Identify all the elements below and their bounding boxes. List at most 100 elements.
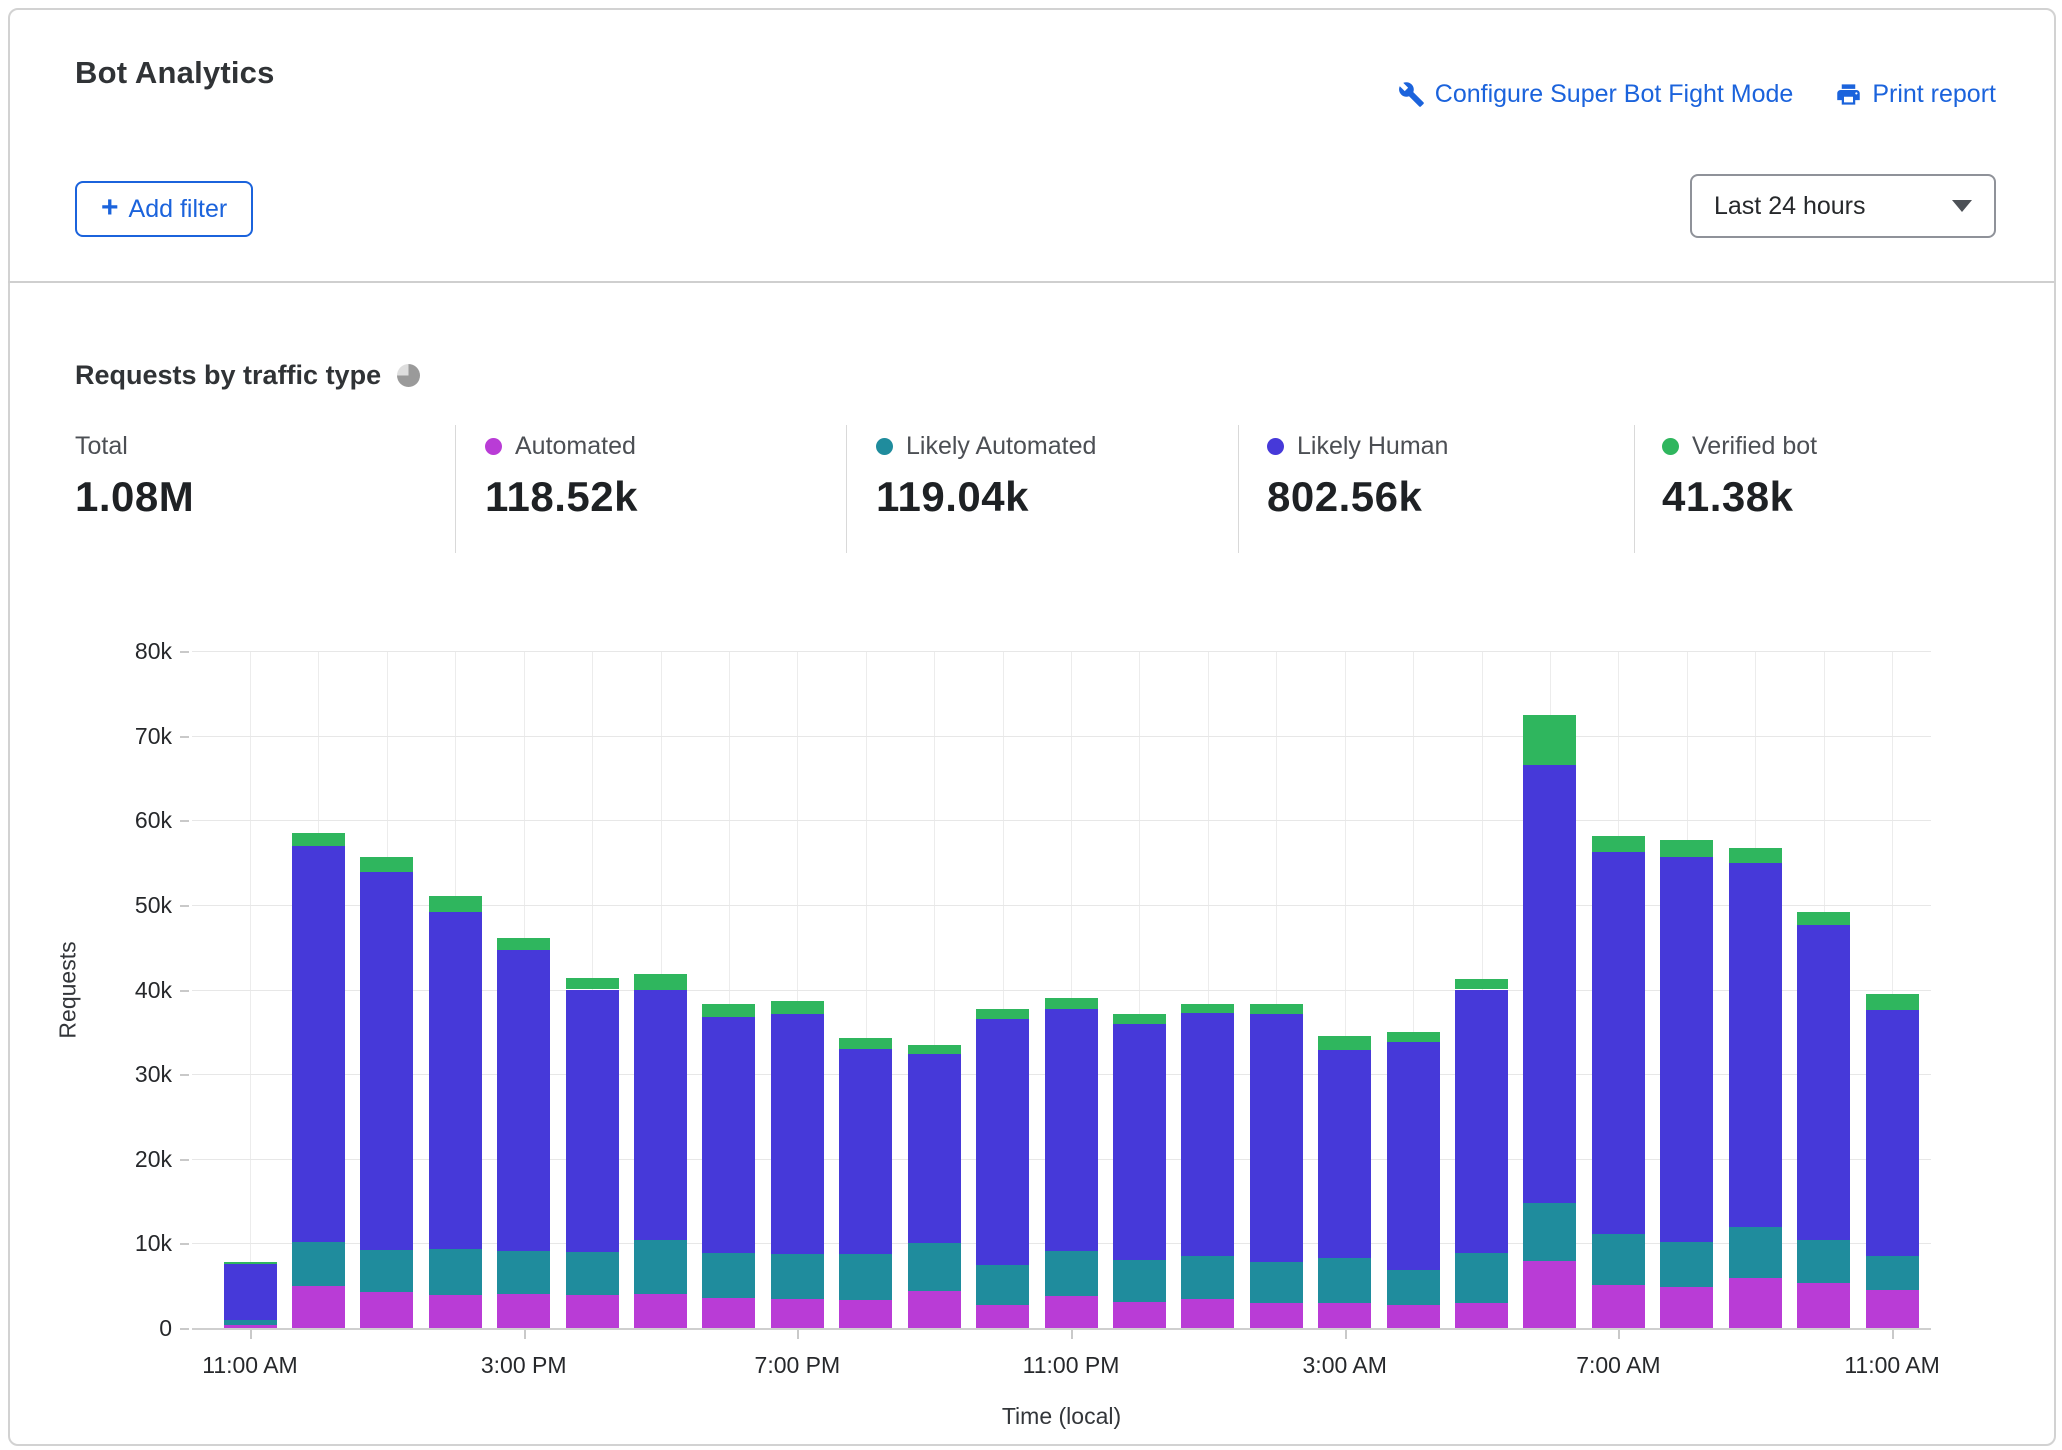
- bar-segment-verified-bot[interactable]: [497, 937, 551, 950]
- bar-segment-likely-human[interactable]: [565, 989, 619, 1252]
- bar-segment-verified-bot[interactable]: [1523, 715, 1577, 766]
- bar-segment-verified-bot[interactable]: [360, 857, 414, 872]
- bar-segment-automated[interactable]: [1660, 1287, 1714, 1328]
- time-range-select[interactable]: Last 24 hours: [1690, 174, 1996, 238]
- bar-segment-automated[interactable]: [1865, 1289, 1919, 1328]
- bar-segment-likely-human[interactable]: [976, 1019, 1030, 1266]
- bar-segment-likely-human[interactable]: [1660, 857, 1714, 1242]
- bar-segment-verified-bot[interactable]: [1728, 848, 1782, 863]
- bar-segment-verified-bot[interactable]: [1181, 1003, 1235, 1014]
- bar-segment-likely-automated[interactable]: [839, 1254, 893, 1301]
- bar-segment-verified-bot[interactable]: [291, 832, 345, 846]
- bar-segment-likely-human[interactable]: [291, 845, 345, 1242]
- bar-segment-automated[interactable]: [976, 1305, 1030, 1328]
- bar-segment-likely-human[interactable]: [1181, 1013, 1235, 1257]
- bar-segment-verified-bot[interactable]: [1455, 979, 1509, 990]
- bar-segment-automated[interactable]: [907, 1290, 961, 1328]
- bar-segment-verified-bot[interactable]: [1044, 997, 1098, 1009]
- bar-segment-verified-bot[interactable]: [565, 977, 619, 990]
- bar-segment-verified-bot[interactable]: [1660, 839, 1714, 858]
- print-report-link[interactable]: Print report: [1835, 80, 1996, 109]
- bar-segment-likely-automated[interactable]: [1386, 1270, 1440, 1306]
- bar-segment-likely-automated[interactable]: [291, 1241, 345, 1286]
- bar-segment-verified-bot[interactable]: [1386, 1031, 1440, 1042]
- bar-segment-likely-automated[interactable]: [1112, 1260, 1166, 1302]
- bar-segment-verified-bot[interactable]: [839, 1037, 893, 1049]
- bar-segment-verified-bot[interactable]: [428, 896, 482, 913]
- bar-segment-automated[interactable]: [1591, 1284, 1645, 1328]
- bar-segment-likely-human[interactable]: [497, 949, 551, 1251]
- bar-segment-automated[interactable]: [1728, 1278, 1782, 1328]
- bar-segment-likely-automated[interactable]: [1591, 1234, 1645, 1285]
- bar-segment-likely-automated[interactable]: [1523, 1202, 1577, 1262]
- bar-segment-likely-human[interactable]: [428, 912, 482, 1250]
- bar-segment-likely-human[interactable]: [1112, 1024, 1166, 1261]
- bar-segment-automated[interactable]: [1044, 1295, 1098, 1328]
- bar-segment-verified-bot[interactable]: [1797, 912, 1851, 926]
- bar-segment-likely-human[interactable]: [1797, 925, 1851, 1240]
- bar-segment-verified-bot[interactable]: [907, 1044, 961, 1054]
- bar-segment-likely-automated[interactable]: [770, 1253, 824, 1300]
- bar-segment-likely-human[interactable]: [1044, 1008, 1098, 1251]
- bar-segment-likely-human[interactable]: [770, 1014, 824, 1254]
- bar-segment-likely-human[interactable]: [1386, 1041, 1440, 1271]
- bar-segment-automated[interactable]: [1112, 1301, 1166, 1328]
- bar-segment-likely-automated[interactable]: [1797, 1239, 1851, 1284]
- bar-segment-likely-automated[interactable]: [976, 1265, 1030, 1306]
- bar-segment-likely-automated[interactable]: [702, 1252, 756, 1299]
- bar-segment-verified-bot[interactable]: [634, 974, 688, 991]
- bar-segment-likely-automated[interactable]: [1660, 1241, 1714, 1288]
- bar-segment-likely-automated[interactable]: [565, 1251, 619, 1295]
- bar-segment-likely-automated[interactable]: [1249, 1261, 1303, 1304]
- bar-segment-verified-bot[interactable]: [1591, 836, 1645, 853]
- bar-segment-likely-automated[interactable]: [1318, 1257, 1372, 1304]
- bar-segment-likely-automated[interactable]: [1181, 1256, 1235, 1300]
- bar-segment-likely-automated[interactable]: [223, 1320, 277, 1325]
- bar-segment-likely-human[interactable]: [1523, 765, 1577, 1203]
- bar-segment-automated[interactable]: [702, 1298, 756, 1328]
- bar-segment-likely-human[interactable]: [1728, 862, 1782, 1228]
- bar-segment-likely-human[interactable]: [1249, 1014, 1303, 1262]
- bar-segment-likely-human[interactable]: [223, 1263, 277, 1321]
- stat-likely-human[interactable]: Likely Human 802.56k: [1267, 432, 1448, 521]
- bar-segment-automated[interactable]: [1386, 1305, 1440, 1328]
- bar-segment-verified-bot[interactable]: [702, 1003, 756, 1018]
- bar-segment-likely-human[interactable]: [1455, 989, 1509, 1253]
- bar-segment-automated[interactable]: [1523, 1261, 1577, 1328]
- bar-segment-automated[interactable]: [565, 1294, 619, 1328]
- bar-segment-verified-bot[interactable]: [223, 1261, 277, 1264]
- bar-segment-likely-human[interactable]: [1865, 1009, 1919, 1257]
- bar-segment-verified-bot[interactable]: [1249, 1003, 1303, 1015]
- bar-segment-verified-bot[interactable]: [976, 1008, 1030, 1020]
- bar-segment-likely-automated[interactable]: [907, 1242, 961, 1291]
- bar-segment-likely-automated[interactable]: [1455, 1252, 1509, 1304]
- bar-segment-likely-automated[interactable]: [634, 1239, 688, 1295]
- bar-segment-likely-human[interactable]: [702, 1017, 756, 1253]
- bar-segment-automated[interactable]: [223, 1324, 277, 1328]
- bar-segment-verified-bot[interactable]: [1112, 1014, 1166, 1025]
- bar-segment-likely-automated[interactable]: [1865, 1256, 1919, 1290]
- bar-segment-automated[interactable]: [1318, 1303, 1372, 1328]
- stat-automated[interactable]: Automated 118.52k: [485, 432, 638, 521]
- bar-segment-automated[interactable]: [634, 1294, 688, 1328]
- bar-segment-likely-human[interactable]: [839, 1048, 893, 1255]
- bar-segment-likely-human[interactable]: [1591, 852, 1645, 1235]
- configure-super-bot-fight-mode-link[interactable]: Configure Super Bot Fight Mode: [1398, 80, 1793, 109]
- bar-segment-likely-human[interactable]: [1318, 1050, 1372, 1258]
- add-filter-button[interactable]: + Add filter: [75, 181, 254, 237]
- bar-segment-likely-automated[interactable]: [428, 1249, 482, 1295]
- bar-segment-automated[interactable]: [1797, 1283, 1851, 1328]
- bar-segment-automated[interactable]: [1181, 1299, 1235, 1328]
- bar-segment-automated[interactable]: [1455, 1303, 1509, 1328]
- bar-segment-automated[interactable]: [1249, 1303, 1303, 1328]
- stat-verified-bot[interactable]: Verified bot 41.38k: [1662, 432, 1817, 521]
- bar-segment-verified-bot[interactable]: [1865, 993, 1919, 1010]
- bar-segment-likely-automated[interactable]: [497, 1250, 551, 1295]
- bar-segment-automated[interactable]: [770, 1299, 824, 1328]
- bar-segment-likely-human[interactable]: [360, 871, 414, 1251]
- bar-segment-likely-human[interactable]: [907, 1053, 961, 1243]
- bar-segment-verified-bot[interactable]: [770, 1001, 824, 1015]
- bar-segment-likely-automated[interactable]: [1728, 1227, 1782, 1279]
- bar-segment-verified-bot[interactable]: [1318, 1036, 1372, 1051]
- stat-likely-automated[interactable]: Likely Automated 119.04k: [876, 432, 1096, 521]
